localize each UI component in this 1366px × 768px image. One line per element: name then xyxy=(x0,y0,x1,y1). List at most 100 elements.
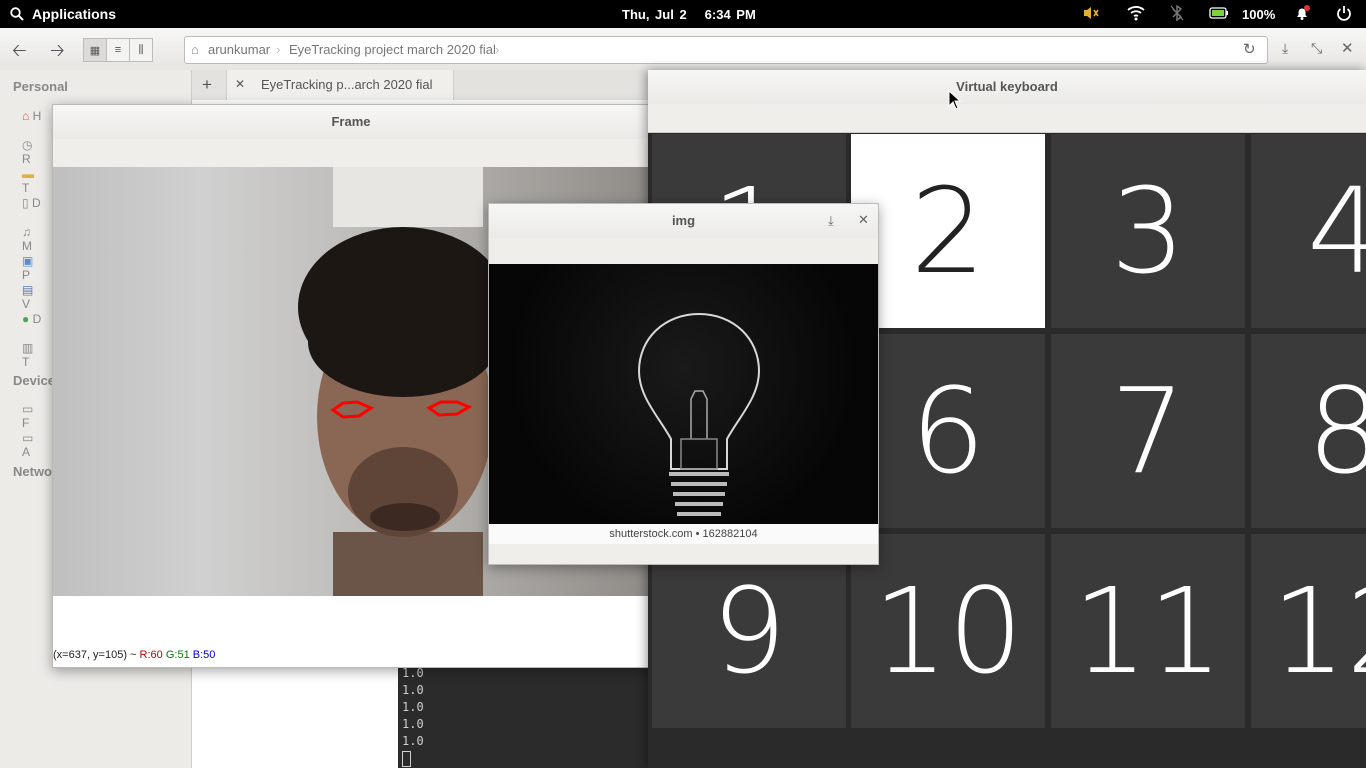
sidebar-item-label: A xyxy=(22,445,31,459)
sidebar-item-folder[interactable]: ▬ T xyxy=(22,167,42,195)
list-view-button[interactable]: ≡ xyxy=(106,38,130,62)
terminal-line: 1.0 xyxy=(402,717,424,731)
blue-value: B:50 xyxy=(192,649,216,661)
pixel-info-status: (x=637, y=105) ~ R:60 G:51 B:50 xyxy=(53,649,649,667)
power-icon[interactable] xyxy=(1336,5,1352,24)
frame-toolbar xyxy=(53,139,649,168)
applications-menu[interactable]: Applications xyxy=(10,6,116,22)
sidebar-item-label: R xyxy=(22,152,31,166)
terminal-cursor xyxy=(402,751,411,767)
restore-icon[interactable]: ⤡ xyxy=(1311,40,1322,57)
minimize-icon[interactable]: ⤓ xyxy=(1282,40,1288,57)
key-11[interactable]: 11 xyxy=(1051,534,1245,728)
key-label: 12 xyxy=(1271,562,1366,700)
tab-bar: + ✕ EyeTracking p...arch 2020 fial xyxy=(192,70,652,101)
red-value: R:60 xyxy=(139,649,163,661)
cursor-coords: (x=637, y=105) ~ xyxy=(53,649,137,661)
lightbulb-image[interactable] xyxy=(489,264,878,524)
reload-icon[interactable]: ↻ xyxy=(1243,40,1256,58)
new-tab-button[interactable]: + xyxy=(202,75,212,95)
battery-percent: 100% xyxy=(1242,7,1276,22)
breadcrumb-home[interactable]: arunkumar xyxy=(208,42,270,57)
tab-folder[interactable]: ✕ EyeTracking p...arch 2020 fial xyxy=(226,70,454,100)
applications-label: Applications xyxy=(32,6,117,22)
close-icon[interactable]: ✕ xyxy=(1341,39,1354,57)
key-7[interactable]: 7 xyxy=(1051,334,1245,528)
sidebar-item-downloads[interactable]: ● D xyxy=(22,312,42,328)
img-close-icon[interactable]: ✕ xyxy=(858,212,869,228)
breadcrumb-folder[interactable]: EyeTracking project march 2020 fial xyxy=(289,42,496,57)
time-label: 6:34 PM xyxy=(704,7,756,22)
notification-bell-icon[interactable] xyxy=(1294,5,1310,24)
key-3[interactable]: 3 xyxy=(1051,134,1245,328)
right-eye-contour xyxy=(426,400,473,417)
img-toolbar xyxy=(489,238,878,267)
sidebar-item-label: T xyxy=(22,355,30,369)
img-save-icon[interactable]: ⤓ xyxy=(828,213,834,229)
key-12[interactable]: 12 xyxy=(1251,534,1366,728)
key-2[interactable]: 2 xyxy=(851,134,1045,328)
img-status-bar xyxy=(489,544,878,564)
sidebar-item-label: M xyxy=(22,239,32,253)
sidebar-item-label: P xyxy=(22,268,31,282)
sidebar-item-label: H xyxy=(32,109,42,123)
terminal-line: 1.0 xyxy=(402,683,424,697)
grid-view-button[interactable]: ▦ xyxy=(83,38,107,62)
eye-tracking-markers xyxy=(330,400,473,419)
breadcrumb-separator: › xyxy=(276,42,281,57)
sidebar-section-personal: Personal xyxy=(13,79,68,94)
home-icon: ⌂ xyxy=(191,42,199,57)
frame-title[interactable]: Frame xyxy=(53,105,649,139)
terminal-line: 1.0 xyxy=(402,734,424,748)
wifi-icon[interactable] xyxy=(1127,5,1145,24)
file-manager-toolbar: 🡠 🡢 ▦ ≡ ⫼ ⌂ arunkumar › EyeTracking proj… xyxy=(0,28,1366,71)
sidebar-item-label: F xyxy=(22,416,30,430)
key-10[interactable]: 10 xyxy=(851,534,1045,728)
battery-icon[interactable] xyxy=(1209,5,1229,24)
column-view-button[interactable]: ⫼ xyxy=(129,38,153,62)
key-label: 8 xyxy=(1307,362,1366,500)
top-panel: Applications Thu, Jul 2 6:34 PM 100% xyxy=(0,0,1366,28)
sidebar-item-documents[interactable]: ▯ D xyxy=(22,196,42,212)
breadcrumb-separator: › xyxy=(495,42,500,57)
key-6[interactable]: 6 xyxy=(851,334,1045,528)
sidebar-section-devices: Device xyxy=(13,373,55,388)
lightbulb-icon xyxy=(637,312,761,516)
sidebar-item-pictures[interactable]: ▣ P xyxy=(22,254,42,282)
search-icon xyxy=(10,7,24,21)
img-window: img ⤓ ✕ shutterstock.com • 162882104 xyxy=(488,203,879,565)
mouse-pointer-icon xyxy=(948,90,962,110)
key-4[interactable]: 4 xyxy=(1251,134,1366,328)
left-eye-contour xyxy=(330,400,375,419)
sidebar-item-label: D xyxy=(31,196,41,210)
virtual-keyboard-title[interactable]: Virtual keyboard xyxy=(648,70,1366,104)
green-value: G:51 xyxy=(165,649,190,661)
sidebar-item-filesystem[interactable]: ▭ F xyxy=(22,402,42,430)
clock[interactable]: Thu, Jul 2 6:34 PM xyxy=(622,7,756,22)
forward-icon[interactable]: 🡢 xyxy=(50,38,65,68)
tab-label: EyeTracking p...arch 2020 fial xyxy=(261,77,433,92)
sidebar-item-home[interactable]: ⌂ H xyxy=(22,109,42,125)
location-bar[interactable]: ⌂ arunkumar › EyeTracking project march … xyxy=(184,36,1268,64)
sidebar-item-label: V xyxy=(22,297,31,311)
sidebar-item-label: D xyxy=(32,312,42,326)
sidebar-item-music[interactable]: ♫ M xyxy=(22,225,42,253)
sidebar-item-videos[interactable]: ▤ V xyxy=(22,283,42,311)
bluetooth-off-icon[interactable] xyxy=(1170,4,1184,24)
volume-muted-icon[interactable] xyxy=(1082,5,1100,24)
key-8[interactable]: 8 xyxy=(1251,334,1366,528)
sidebar-section-network: Netwo xyxy=(13,464,52,479)
image-caption: shutterstock.com • 162882104 xyxy=(489,524,878,544)
virtual-keyboard-toolbar xyxy=(648,104,1366,133)
sidebar-item-recent[interactable]: ◷ R xyxy=(22,138,42,166)
terminal-line: 1.0 xyxy=(402,666,424,680)
date-label: Thu, Jul 2 xyxy=(622,7,687,22)
sidebar-item-label: T xyxy=(22,181,30,195)
sidebar-item-drive[interactable]: ▭ A xyxy=(22,431,42,459)
sidebar-item-trash[interactable]: ▥ T xyxy=(22,341,42,369)
img-title[interactable]: img xyxy=(489,204,878,238)
terminal-line: 1.0 xyxy=(402,700,424,714)
key-label: 4 xyxy=(1307,162,1366,300)
back-icon[interactable]: 🡠 xyxy=(12,38,27,68)
tab-close-icon[interactable]: ✕ xyxy=(235,77,245,91)
